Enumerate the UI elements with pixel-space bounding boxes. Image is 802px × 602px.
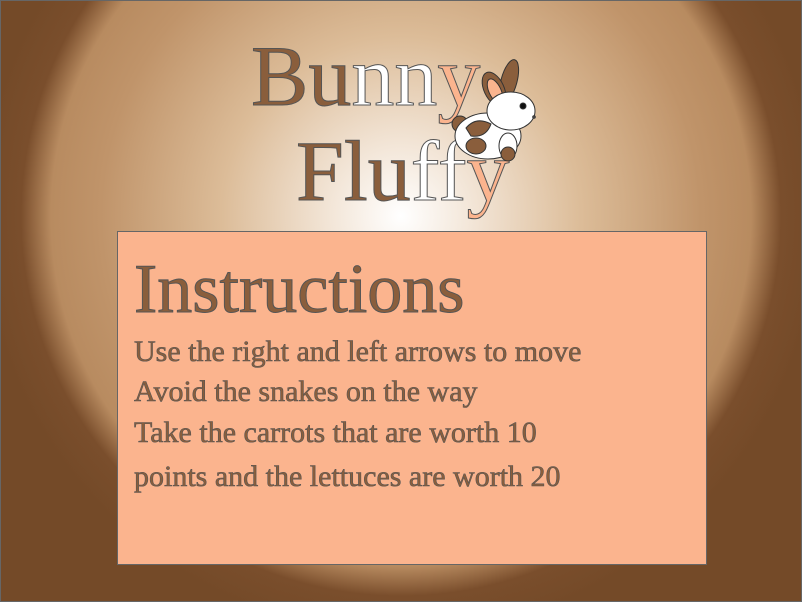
instruction-line: Avoid the snakes on the way — [134, 375, 478, 409]
instructions-panel: Instructions Use the right and left arro… — [117, 231, 707, 565]
instruction-line: points and the lettuces are worth 20 — [134, 460, 561, 494]
title-part: Bu — [250, 28, 352, 124]
title-part: nn — [351, 28, 438, 124]
instructions-heading: Instructions — [134, 251, 466, 329]
instruction-line: Take the carrots that are worth 10 — [134, 416, 537, 450]
title-part: Flu — [296, 123, 412, 219]
game-screen: Bunny Fluffy Instructions Use the right … — [0, 0, 802, 602]
bunny-icon — [451, 59, 536, 162]
instruction-line: Use the right and left arrows to move — [134, 335, 582, 369]
